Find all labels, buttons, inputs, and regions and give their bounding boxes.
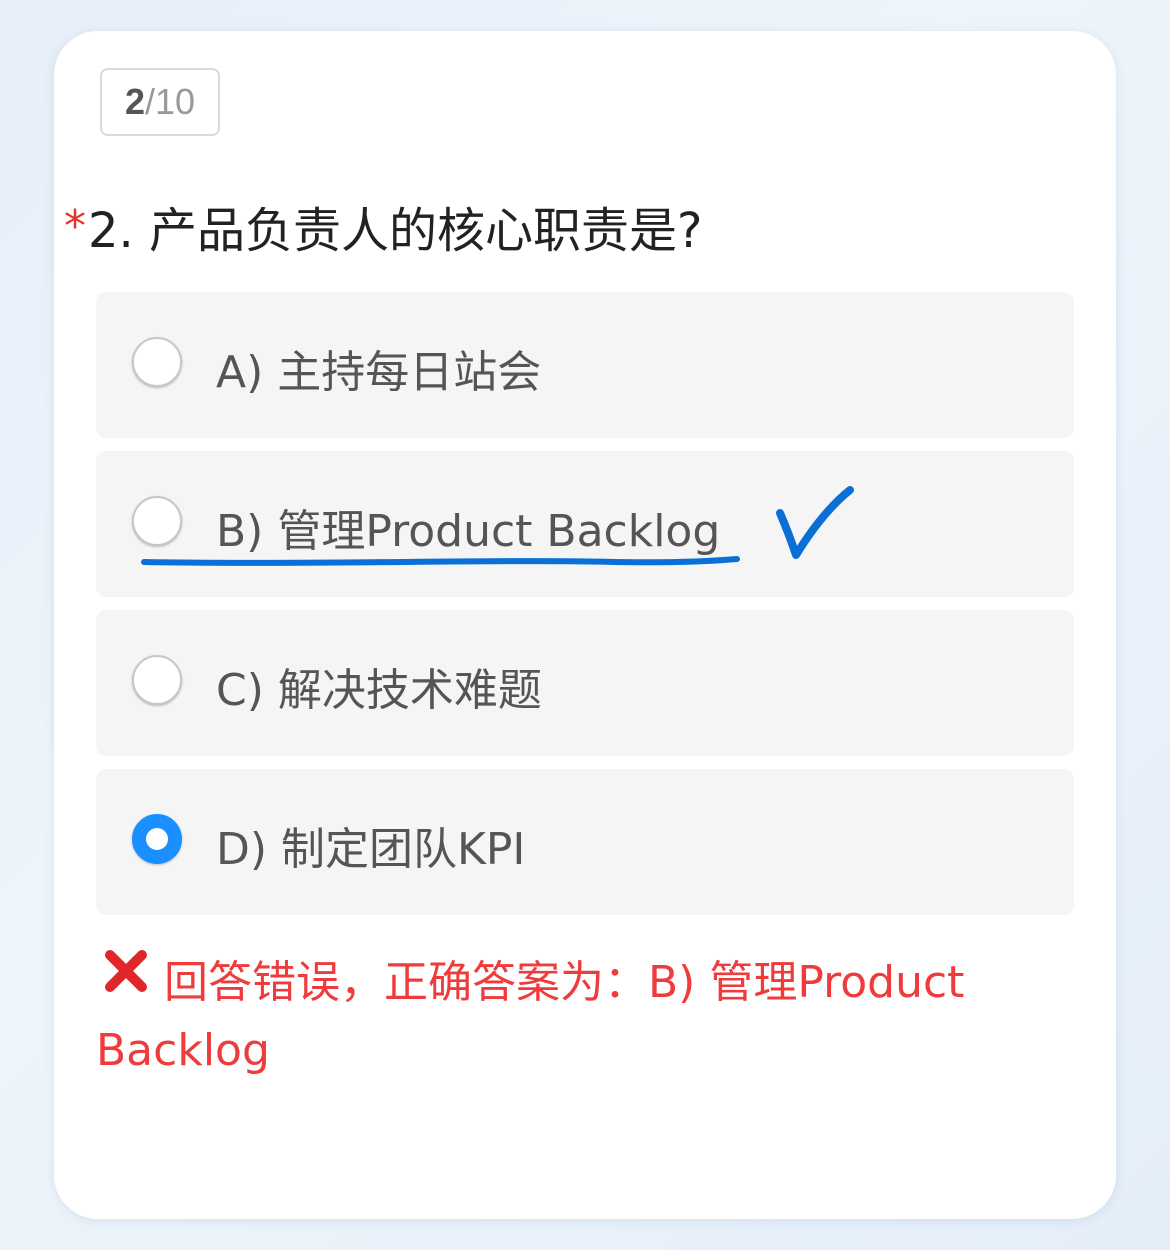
- required-mark: *: [64, 201, 86, 252]
- option-b[interactable]: B) 管理Product Backlog: [96, 451, 1074, 597]
- option-d[interactable]: D) 制定团队KPI: [96, 769, 1074, 915]
- progress-indicator: 2/10: [100, 68, 220, 136]
- option-c-label: C) 解决技术难题: [216, 665, 542, 716]
- option-a-radio[interactable]: [132, 337, 182, 387]
- cross-mark-icon: [102, 947, 150, 1015]
- option-a-label: A) 主持每日站会: [216, 347, 542, 398]
- question-title: * 2. 产品负责人的核心职责是?: [64, 191, 703, 261]
- quiz-card: 2/10 * 2. 产品负责人的核心职责是? A) 主持每日站会 B) 管理Pr…: [54, 31, 1116, 1219]
- progress-total: 10: [155, 81, 196, 122]
- option-c[interactable]: C) 解决技术难题: [96, 610, 1074, 756]
- question-text: 2. 产品负责人的核心职责是?: [88, 203, 703, 259]
- option-b-label: B) 管理Product Backlog: [216, 506, 721, 557]
- feedback-text: 回答错误，正确答案为：B) 管理Product Backlog: [96, 957, 965, 1076]
- option-d-radio[interactable]: [132, 814, 182, 864]
- option-a[interactable]: A) 主持每日站会: [96, 292, 1074, 438]
- option-c-radio[interactable]: [132, 655, 182, 705]
- progress-current: 2: [124, 81, 145, 122]
- answer-feedback: 回答错误，正确答案为：B) 管理Product Backlog: [96, 949, 1056, 1085]
- option-b-radio[interactable]: [132, 496, 182, 546]
- progress-separator: /: [144, 81, 155, 122]
- option-d-label: D) 制定团队KPI: [216, 824, 526, 875]
